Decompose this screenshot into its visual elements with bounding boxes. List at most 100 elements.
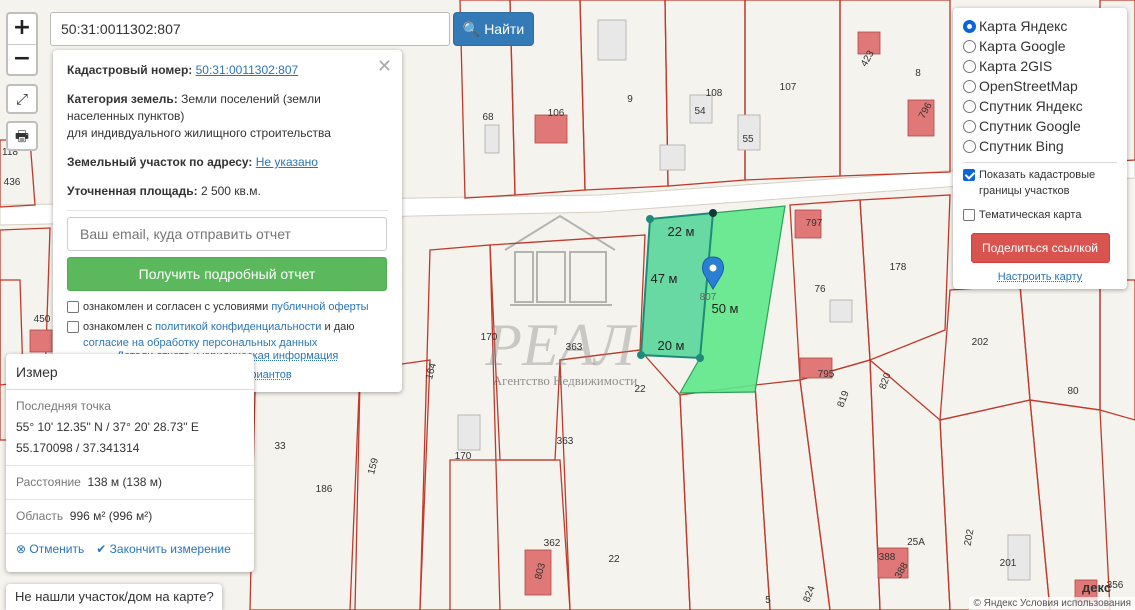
distance-value: 138 м (138 м) [87, 475, 163, 489]
cadastral-label: Кадастровый номер: [67, 63, 193, 77]
plot-number: 170 [481, 332, 498, 343]
consent-link[interactable]: согласие на обработку персональных данны… [83, 337, 317, 349]
plot-number: 436 [4, 177, 21, 188]
map-copyright[interactable]: © Яндекс Условия использования [969, 597, 1135, 610]
last-point-label: Последняя точка [16, 399, 111, 413]
privacy-checkbox[interactable] [67, 321, 79, 333]
not-found-button[interactable]: Не нашли участок/дом на карте? [6, 584, 222, 610]
last-point-section: Последняя точка 55° 10' 12.35" N / 37° 2… [6, 390, 254, 466]
map-type-radio[interactable] [963, 139, 976, 153]
zoom-control: + − [6, 12, 38, 76]
map-type-radio[interactable] [963, 79, 976, 93]
map-type-radio[interactable] [963, 39, 976, 53]
close-icon[interactable]: ✕ [377, 56, 392, 77]
area-section: Область 996 м² (996 м²) [6, 500, 254, 534]
plot-number: 33 [274, 441, 286, 452]
parcel-info-popup: ✕ Кадастровый номер: 50:31:0011302:807 К… [53, 50, 402, 392]
map-type-radio[interactable] [963, 99, 976, 113]
share-link-button[interactable]: Поделиться ссылкой [970, 233, 1110, 263]
map-type-option[interactable]: Карта Яндекс [963, 16, 1117, 36]
plot-number: 202 [972, 337, 989, 348]
plot-number: 363 [557, 436, 574, 447]
cadastral-number-link[interactable]: 50:31:0011302:807 [196, 63, 299, 77]
zoom-in-button[interactable]: + [8, 14, 36, 44]
map-type-option[interactable]: Спутник Bing [963, 136, 1117, 156]
search-icon: 🔍 [462, 21, 481, 37]
map-type-label: Спутник Google [979, 118, 1081, 134]
privacy-link[interactable]: политикой конфиденциальности [155, 321, 321, 333]
map-type-radio[interactable] [963, 59, 976, 73]
map-type-radio[interactable] [963, 119, 976, 133]
print-button[interactable]: 🖶 [6, 121, 38, 151]
category-use: для индивдуального жилищного строительст… [67, 126, 331, 140]
plot-number: 362 [544, 538, 561, 549]
plot-number: 22 [608, 554, 620, 565]
expand-icon: ⤢ [15, 90, 28, 108]
map-type-label: Карта 2GIS [979, 58, 1053, 74]
privacy-mid: и даю [324, 321, 355, 333]
plot-number: 388 [879, 552, 896, 563]
address-row: Земельный участок по адресу: Не указано [67, 154, 388, 171]
map-type-option[interactable]: Спутник Яндекс [963, 96, 1117, 116]
plot-number: 80 [1067, 386, 1079, 397]
measure-area-label: Область [16, 509, 64, 523]
plot-number: 8 [915, 68, 921, 79]
category-label: Категория земель: [67, 92, 178, 106]
thematic-option[interactable]: Тематическая карта [963, 207, 1117, 223]
plot-number: 107 [780, 82, 797, 93]
address-value-link[interactable]: Не указано [256, 155, 318, 169]
map-type-option[interactable]: Карта Google [963, 36, 1117, 56]
plot-number: 795 [818, 369, 835, 380]
find-button[interactable]: 🔍 Найти [453, 12, 534, 46]
plot-number: 9 [627, 94, 633, 105]
plot-number: 170 [455, 451, 472, 462]
pin-label: 807 [700, 292, 717, 303]
plot-number: 106 [548, 108, 565, 119]
map-type-option[interactable]: OpenStreetMap [963, 76, 1117, 96]
zoom-out-button[interactable]: − [8, 44, 36, 74]
layers-panel: Карта Яндекс Карта Google Карта 2GIS OpenSt… [953, 8, 1127, 289]
fullscreen-button[interactable]: ⤢ [6, 84, 38, 114]
coords-dms: 55° 10' 12.35" N / 37° 20' 28.73" E [16, 420, 199, 434]
map-type-option[interactable]: Спутник Google [963, 116, 1117, 136]
show-borders-checkbox[interactable] [963, 169, 975, 181]
map-type-option[interactable]: Карта 2GIS [963, 56, 1117, 76]
configure-map-link[interactable]: Настроить карту [998, 271, 1083, 283]
watermark-tagline: Агентство Недвижимости [493, 373, 638, 388]
printer-icon: 🖶 [14, 127, 30, 145]
map-type-label: Спутник Bing [979, 138, 1064, 154]
offer-checkbox[interactable] [67, 301, 79, 313]
get-report-button[interactable]: Получить подробный отчет [67, 257, 387, 291]
plot-number: 797 [806, 218, 823, 229]
find-button-label: Найти [484, 21, 525, 37]
measure-panel: Измер Последняя точка 55° 10' 12.35" N /… [6, 354, 254, 572]
finish-measure-button[interactable]: ✔ Закончить измерение [96, 542, 231, 556]
privacy-text: ознакомлен с [83, 321, 153, 333]
privacy-agreement: ознакомлен с политикой конфиденциальност… [67, 319, 388, 351]
yandex-logo: декс [1082, 580, 1112, 595]
offer-link[interactable]: публичной оферты [271, 301, 368, 313]
measure-area-value: 996 м² (996 м²) [69, 509, 153, 523]
cancel-measure-button[interactable]: ⊗ Отменить [16, 542, 84, 556]
plot-number: 54 [694, 106, 706, 117]
distance-section: Расстояние 138 м (138 м) [6, 466, 254, 500]
map-type-label: Карта Яндекс [979, 18, 1068, 34]
measure-title: Измер [6, 354, 254, 390]
measure-label-bottom: 20 м [657, 338, 684, 353]
email-input[interactable] [67, 217, 387, 251]
plot-number: 363 [566, 342, 583, 353]
category-row: Категория земель: Земли поселений (земли… [67, 91, 388, 142]
plot-number: 178 [890, 262, 907, 273]
offer-text: ознакомлен и согласен с условиями [83, 301, 269, 313]
plot-number: 201 [1000, 558, 1017, 569]
finish-label: Закончить измерение [109, 542, 231, 556]
plot-number: 108 [706, 88, 723, 99]
area-row: Уточненная площадь: 2 500 кв.м. [67, 183, 388, 200]
show-borders-label: Показать кадастровые границы участков [979, 169, 1096, 197]
cancel-label: Отменить [29, 542, 85, 556]
search-input[interactable] [50, 12, 450, 46]
thematic-checkbox[interactable] [963, 209, 975, 221]
measure-actions: ⊗ Отменить ✔ Закончить измерение [6, 534, 254, 564]
show-borders-option[interactable]: Показать кадастровые границы участков [963, 167, 1117, 199]
map-type-radio[interactable] [963, 19, 976, 33]
